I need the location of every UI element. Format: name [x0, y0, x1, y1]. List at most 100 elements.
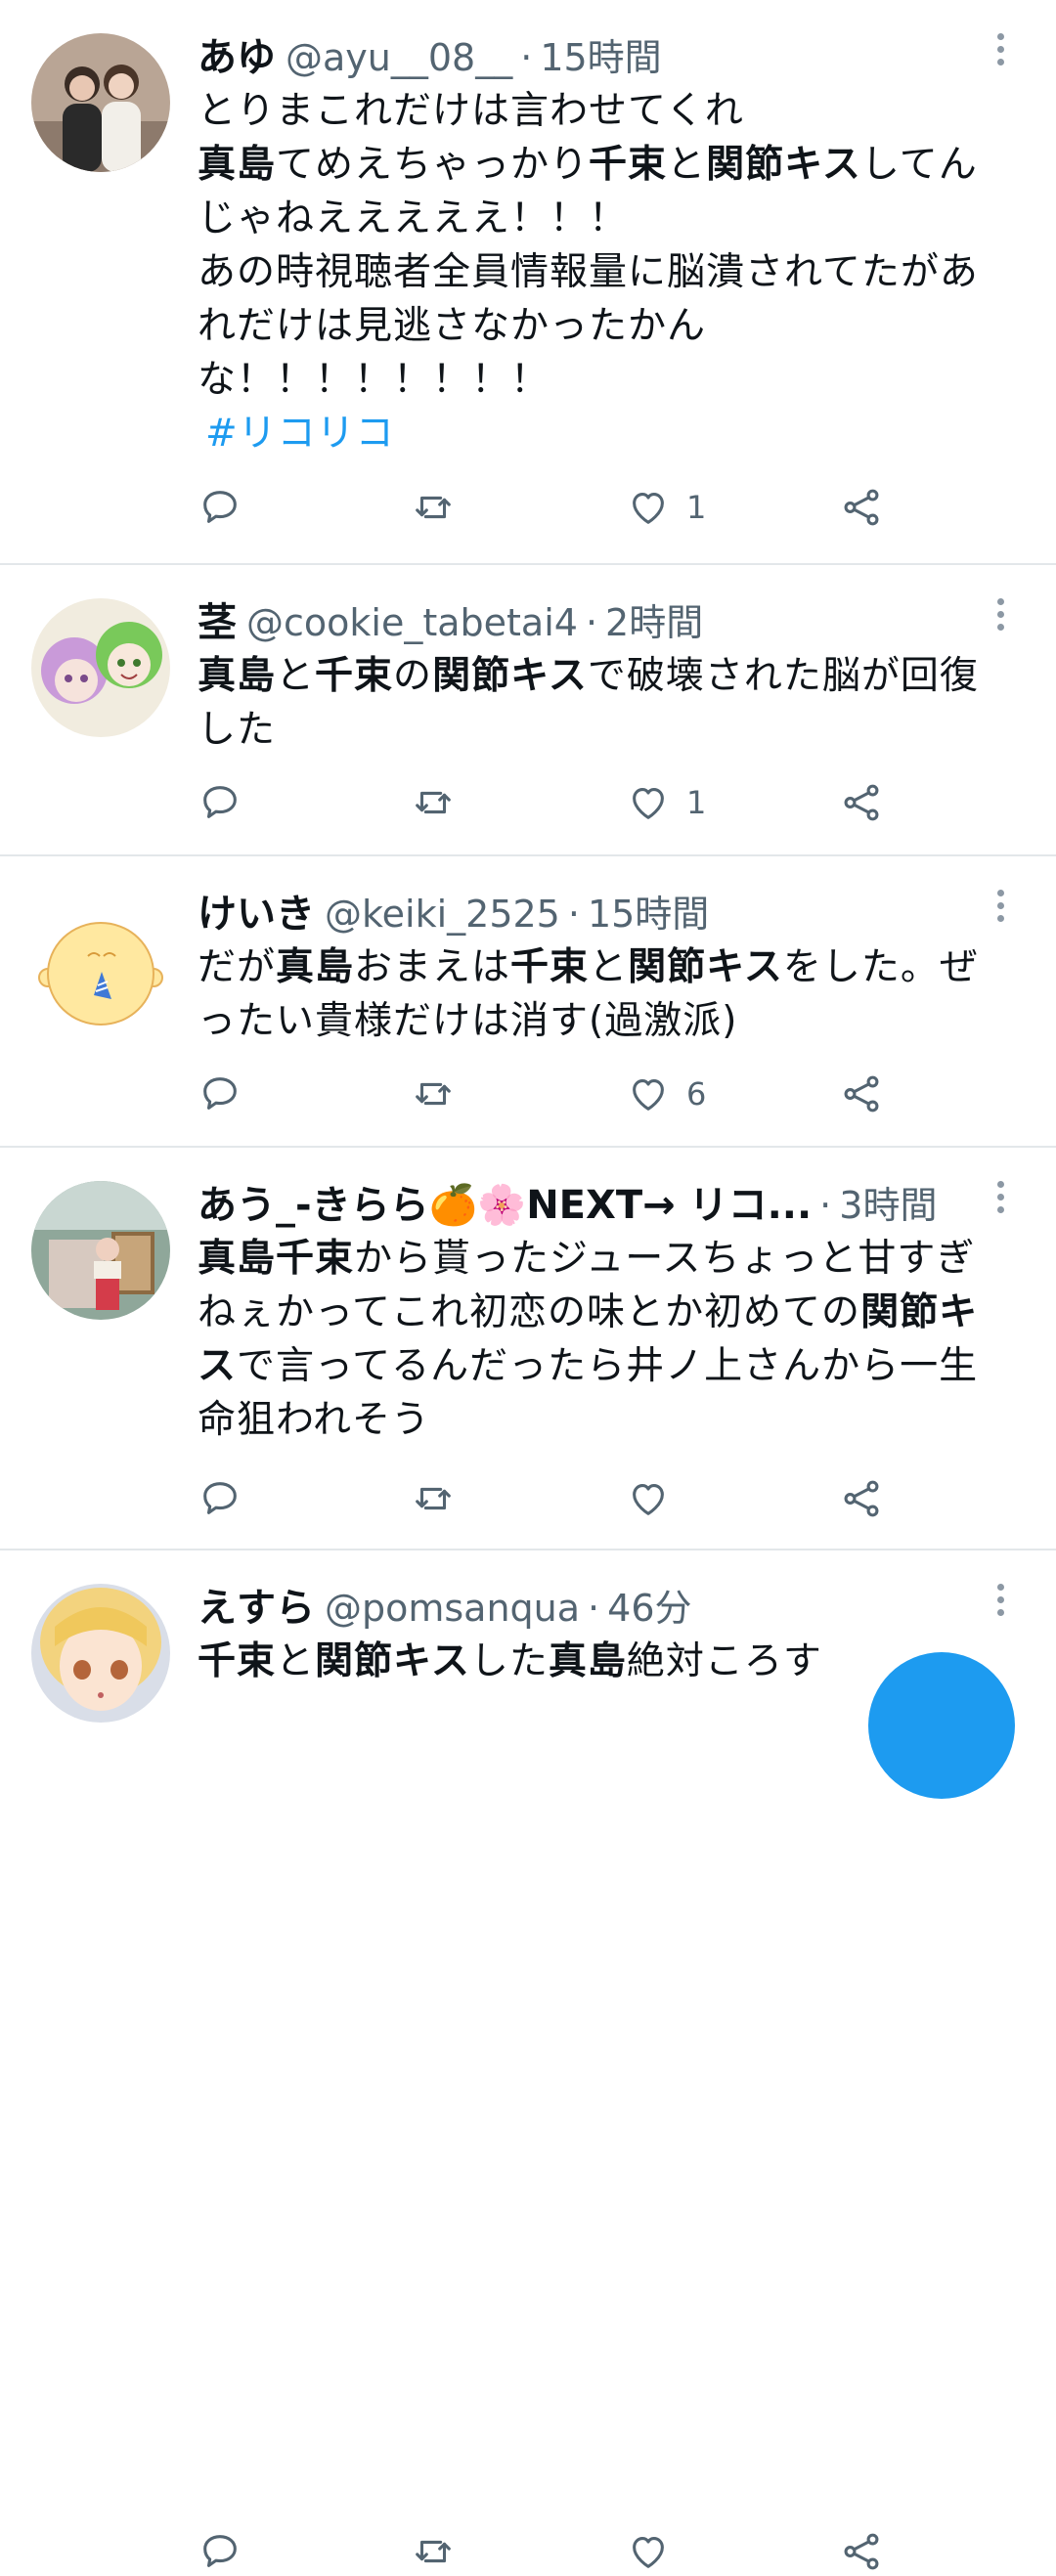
reply-button[interactable] [198, 2527, 242, 2576]
retweet-button[interactable] [411, 778, 456, 827]
tweet-text-line: ねぇかってこれ初恋の味とか初めての関節キ [198, 1286, 1029, 1339]
retweet-icon [411, 1476, 456, 1521]
text-segment: から貰ったジュースちょっと甘すぎ [354, 1237, 976, 1281]
like-button[interactable]: 1 [626, 483, 706, 532]
highlighted-keyword: 真島千束 [198, 1237, 355, 1281]
reply-button[interactable] [198, 1070, 242, 1118]
avatar[interactable] [31, 33, 170, 172]
retweet-button[interactable] [411, 1070, 456, 1118]
timestamp[interactable]: 2時間 [605, 601, 703, 644]
reply-icon [198, 1071, 242, 1116]
tweet-actions [198, 2527, 902, 2576]
text-segment: してん [860, 143, 978, 187]
tweet-text: 真島千束から貰ったジュースちょっと甘すぎねぇかってこれ初恋の味とか初めての関節キ… [198, 1232, 1029, 1447]
display-name[interactable]: 茎 [198, 600, 237, 645]
like-button[interactable] [626, 2527, 671, 2576]
user-handle[interactable]: @pomsanqua [325, 1587, 580, 1630]
tweet-text-line: 命狙われそう [198, 1393, 1029, 1447]
tweet-text-line: した [198, 703, 1029, 757]
more-options-icon[interactable] [993, 598, 1007, 635]
like-button[interactable] [626, 1474, 671, 1523]
tweet-text-line: とりまこれだけは言わせてくれ [198, 84, 1029, 138]
tweet-card[interactable]: けいき @keiki_2525 · 15時間 だが真島おまえは千束と関節キスをした。ぜっ… [0, 854, 1056, 1146]
tweet-header: えすら @pomsanqua · 46分 [198, 1580, 970, 1637]
reply-button[interactable] [198, 483, 242, 532]
avatar[interactable] [31, 1584, 170, 1723]
share-button[interactable] [839, 483, 884, 532]
separator-dot: · [819, 1184, 832, 1227]
more-options-icon[interactable] [993, 1181, 1007, 1218]
text-segment: ねぇかってこれ初恋の味とか初めての [198, 1290, 861, 1334]
text-segment: あの時視聴者全員情報量に脳潰されてたがあ [198, 250, 979, 294]
share-icon [839, 485, 884, 530]
retweet-icon [411, 780, 456, 825]
user-handle[interactable]: @ayu__08__ [286, 36, 512, 79]
highlighted-keyword: ス [198, 1344, 238, 1388]
timestamp[interactable]: 3時間 [839, 1184, 937, 1227]
more-options-icon[interactable] [993, 33, 1007, 70]
timestamp[interactable]: 15時間 [588, 893, 709, 936]
highlighted-keyword: 関節キス [628, 945, 783, 989]
reply-button[interactable] [198, 1474, 242, 1523]
tweet-text-line: れだけは見逃さなかったかん [198, 299, 1029, 353]
tweet-actions [198, 1474, 902, 1523]
hashtag-link[interactable]: #リコリコ [198, 407, 1029, 460]
reply-button[interactable] [198, 778, 242, 827]
retweet-button[interactable] [411, 483, 456, 532]
tweet-actions: 1 [198, 483, 902, 532]
tweet-card[interactable]: あう_-きらら🍊🌸NEXT→ リコ... · 3時間真島千束から貰ったジュースちょっ… [0, 1146, 1056, 1549]
text-segment: てめえちゃっかり [276, 143, 590, 187]
reply-icon [198, 780, 242, 825]
text-segment: で言ってるんだったら井ノ上さんから一生 [237, 1344, 979, 1388]
share-button[interactable] [839, 2527, 884, 2576]
share-button[interactable] [839, 1070, 884, 1118]
like-button[interactable]: 6 [626, 1070, 706, 1118]
share-button[interactable] [839, 1474, 884, 1523]
avatar[interactable] [31, 1181, 170, 1320]
text-segment: れだけは見逃さなかったかん [198, 304, 707, 348]
retweet-button[interactable] [411, 1474, 456, 1523]
text-segment: な！！！！！！！！ [198, 358, 550, 402]
separator-dot: · [585, 601, 598, 644]
highlighted-keyword: 真島 [276, 945, 355, 989]
text-segment: をした。ぜ [782, 945, 979, 989]
display-name[interactable]: あゆ [198, 35, 276, 80]
highlighted-keyword: 千束 [510, 945, 590, 989]
timestamp[interactable]: 46分 [607, 1587, 691, 1630]
reply-icon [198, 2529, 242, 2574]
compose-tweet-button[interactable] [868, 1652, 1015, 1799]
tweet-header: 茎 @cookie_tabetai4 · 2時間 [198, 594, 970, 651]
highlighted-keyword: 真島 [198, 654, 277, 698]
like-button[interactable]: 1 [626, 778, 706, 827]
tweet-card[interactable]: 茎 @cookie_tabetai4 · 2時間 真島と千束の関節キスで破壊された脳が回… [0, 563, 1056, 854]
text-segment: と [276, 1639, 316, 1683]
text-segment: おまえは [354, 945, 511, 989]
heart-icon [626, 2529, 671, 2574]
text-segment: と [589, 945, 629, 989]
tweet-text-line: じゃねえええええ！！！ [198, 192, 1029, 245]
highlighted-keyword: 千束 [198, 1639, 277, 1683]
text-segment: した [469, 1639, 549, 1683]
display-name[interactable]: けいき [198, 892, 315, 937]
share-button[interactable] [839, 778, 884, 827]
tweet-text-line: ったい貴様だけは消す(過激派) [198, 994, 1029, 1048]
separator-dot: · [588, 1587, 600, 1630]
retweet-icon [411, 2529, 456, 2574]
timestamp[interactable]: 15時間 [540, 36, 661, 79]
text-segment: だが [198, 945, 277, 989]
display-name[interactable]: あう_-きらら🍊🌸NEXT→ リコ... [198, 1183, 812, 1228]
tweet-header: けいき @keiki_2525 · 15時間 [198, 886, 970, 942]
more-options-icon[interactable] [993, 1584, 1007, 1621]
share-icon [839, 780, 884, 825]
more-options-icon[interactable] [993, 890, 1007, 927]
avatar[interactable] [31, 890, 170, 1028]
retweet-button[interactable] [411, 2527, 456, 2576]
text-segment: と [667, 143, 707, 187]
user-handle[interactable]: @keiki_2525 [325, 893, 560, 936]
tweet-card[interactable]: あゆ @ayu__08__ · 15時間 とりまこれだけは言わせてくれ 真島てめえちゃっか… [0, 0, 1056, 563]
avatar[interactable] [31, 598, 170, 737]
text-segment: の [393, 654, 433, 698]
text-segment: じゃねえええええ！！！ [198, 196, 629, 240]
user-handle[interactable]: @cookie_tabetai4 [246, 601, 578, 644]
display-name[interactable]: えすら [198, 1586, 315, 1631]
